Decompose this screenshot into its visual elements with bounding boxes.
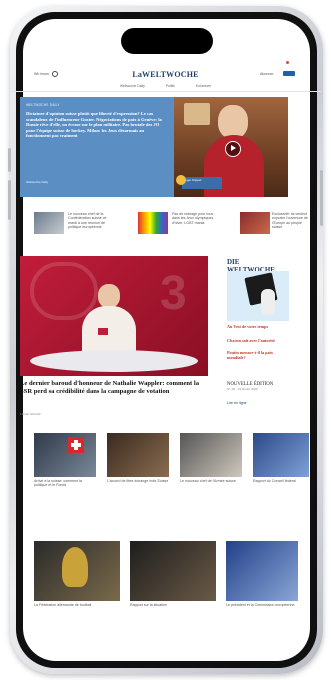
list-item[interactable]: Rapport du Conseil fédéral — [253, 433, 309, 483]
story-thumbnail — [34, 212, 64, 234]
story-thumbnail — [34, 433, 96, 477]
list-item[interactable]: Arrivé à la suisse: comment la politique… — [34, 433, 96, 488]
story-thumbnail — [138, 212, 168, 234]
video-caption: Roger Köppel — [182, 177, 222, 189]
site-logo[interactable]: LaWELTWOCHE — [0, 70, 331, 79]
list-item[interactable]: Le président et la Commission européenne — [226, 541, 298, 607]
story-thumbnail — [253, 433, 309, 477]
magazine-teaser[interactable]: DIE WELTWOCHE Au Vest de votre temps Cha… — [227, 258, 289, 360]
nav-item-politik[interactable]: Politik — [166, 84, 175, 88]
notification-dot — [286, 61, 289, 64]
nav-item-daily[interactable]: Weltwoche Daily — [120, 84, 145, 88]
magazine-cover[interactable] — [227, 271, 289, 321]
story-title: Le nouveau chef de la Confédération suis… — [68, 212, 107, 230]
hero-banner[interactable]: WELTWOCHE DAILY Dictature d'opinion suis… — [20, 97, 288, 197]
hero-kicker: WELTWOCHE DAILY — [26, 103, 60, 107]
story-title: Arrivé à la suisse: comment la politique… — [34, 479, 82, 488]
story-title: Le président et la Commission européenne — [226, 603, 295, 607]
story-title: Exclusivité: ils veulent exporter l'ouve… — [272, 212, 308, 230]
avatar — [176, 175, 186, 185]
story-title: La Fédération allemande de football — [34, 603, 92, 607]
list-item[interactable]: La Fédération allemande de football — [34, 541, 120, 607]
account-label[interactable]: Abonner — [260, 72, 274, 76]
side-button — [320, 170, 323, 226]
subscribe-button[interactable] — [283, 71, 295, 76]
main-story-title[interactable]: Le dernier baroud d'honneur de Nathalie … — [20, 380, 208, 396]
magazine-headline: Chacun sait avec l'autorité — [227, 338, 275, 343]
magazine-headline: Au Vest de votre temps — [227, 324, 269, 329]
read-online-link[interactable]: Lire en ligne — [227, 401, 289, 405]
list-item[interactable]: L'accord de libre-échange Inde-Suisse — [107, 433, 169, 483]
story-title: Pas de mariage pour tous dans les Jeux o… — [172, 212, 214, 225]
story-thumbnail — [130, 541, 216, 601]
list-item[interactable]: Rapport sur la situation — [130, 541, 216, 607]
hero-video-thumbnail[interactable]: Roger Köppel — [174, 97, 288, 197]
main-story-image[interactable]: 3 — [20, 256, 208, 376]
story-thumbnail — [107, 433, 169, 477]
author: Florian Schwab — [20, 412, 41, 416]
site-header: Wir lesen LaWELTWOCHE Abonner Weltwoche … — [0, 58, 331, 92]
story-thumbnail — [34, 541, 120, 601]
list-item[interactable]: Le nouveau chef de l'Armée suisse — [180, 433, 242, 483]
nav-item-kolumnen[interactable]: Kolumnen — [196, 84, 211, 88]
story-thumbnail — [226, 541, 298, 601]
divider — [10, 91, 321, 92]
new-edition-date: Nr. 08 · 19 février 2026 — [227, 387, 258, 391]
story-title: Rapport sur la situation — [130, 603, 167, 607]
magazine-headline: Poutin menace-t-il la paix mondiale? — [227, 350, 273, 360]
new-edition: NOUVELLE ÉDITION Nr. 08 · 19 février 202… — [227, 382, 289, 405]
story-title: Rapport du Conseil fédéral — [253, 479, 296, 483]
dynamic-island — [120, 28, 213, 54]
main-nav: Weltwoche Daily Politik Kolumnen — [0, 84, 331, 88]
side-button — [8, 180, 11, 220]
hero-meta: Weltwoche Daily — [26, 180, 49, 184]
story-title: L'accord de libre-échange Inde-Suisse — [107, 479, 169, 483]
hero-headline[interactable]: Dictature d'opinion suisse plutôt que li… — [26, 111, 166, 139]
side-button — [8, 148, 11, 172]
story-title: Le nouveau chef de l'Armée suisse — [180, 479, 236, 483]
story-thumbnail — [240, 212, 270, 234]
story-thumbnail — [180, 433, 242, 477]
